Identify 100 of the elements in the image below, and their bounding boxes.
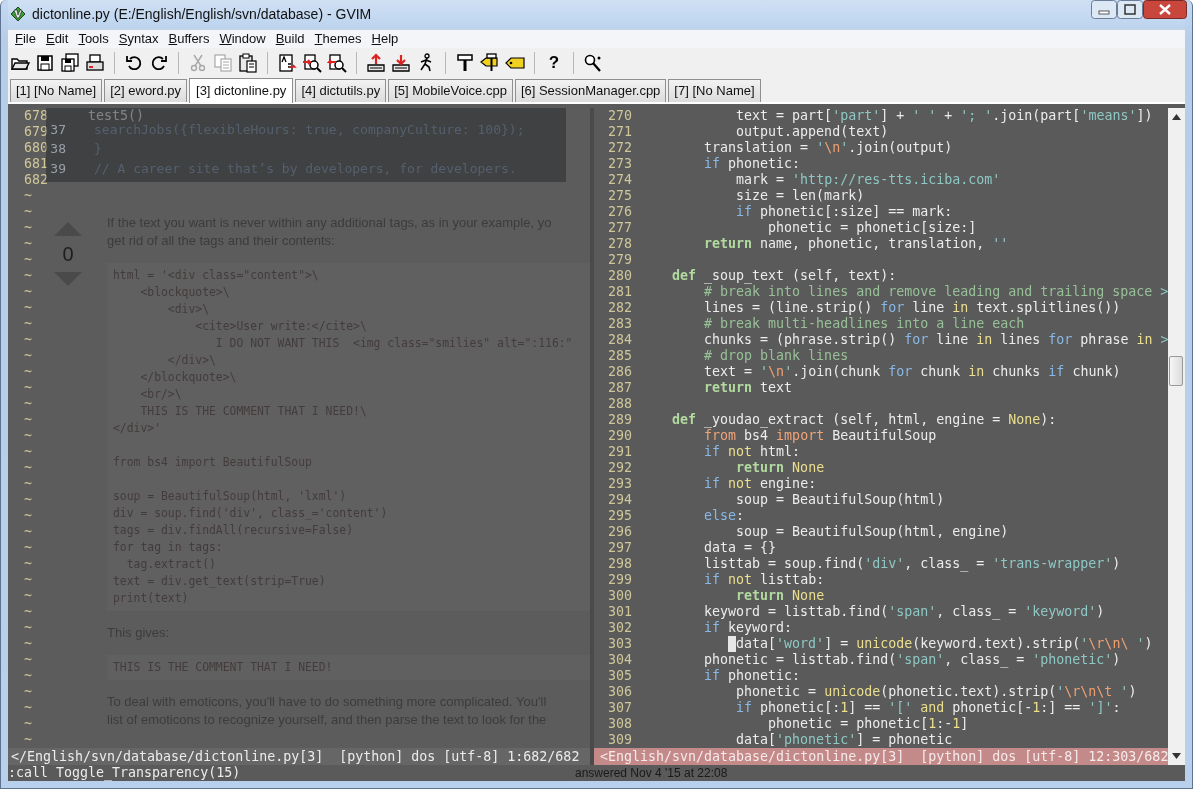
code-line: size = len(mark)	[735, 187, 865, 204]
empty-line-marker: ~	[24, 363, 32, 380]
line-number: 304	[606, 651, 632, 668]
empty-line-marker: ~	[24, 411, 32, 428]
code-line: phonetic = listtab.find('span', class_ = 'phonetic')	[703, 651, 1121, 668]
menu-item[interactable]: Syntax	[114, 31, 165, 47]
empty-line-marker: ~	[24, 603, 32, 620]
code-line: phonetic = phonetic[1:-1]	[767, 715, 969, 732]
tab[interactable]: [2] eword.py	[104, 78, 188, 102]
code-line: soup = BeautifulSoup(html)	[735, 491, 945, 508]
scroll-down-icon[interactable]	[1172, 753, 1181, 759]
line-number: 296	[606, 523, 632, 540]
empty-line-marker: ~	[24, 251, 32, 268]
line-number: 293	[606, 475, 632, 492]
code-line: listtab = soup.find('div', class_ = 'trans-wrapper')	[703, 555, 1121, 572]
empty-line-marker: ~	[24, 347, 32, 364]
hammer-icon[interactable]	[455, 52, 475, 73]
line-number: 295	[606, 507, 632, 524]
scrollbar-thumb[interactable]	[1169, 355, 1183, 386]
close-button[interactable]	[1143, 0, 1187, 19]
code-line: text = '\n'.join(chunk for chunk in chunks if chunk)	[703, 363, 1121, 380]
line-number: 273	[606, 155, 632, 172]
maximize-button[interactable]	[1117, 0, 1143, 19]
empty-line-marker: ~	[24, 491, 32, 508]
floppy-disks-icon[interactable]	[60, 52, 80, 73]
help-button[interactable]: ?	[544, 52, 564, 73]
line-number: 284	[606, 331, 632, 348]
minimize-button[interactable]	[1091, 0, 1117, 19]
code-line: phonetic = unicode(phonetic.text).strip('\r\n\t ')	[735, 683, 1137, 700]
line-number: 287	[606, 379, 632, 396]
printer-icon[interactable]	[85, 52, 105, 73]
empty-line-marker: ~	[24, 235, 32, 252]
line-number: 679	[22, 123, 48, 140]
scrollbar[interactable]	[1168, 107, 1185, 765]
line-number: 276	[606, 203, 632, 220]
menu-item[interactable]: File	[11, 31, 42, 47]
line-number: 302	[606, 619, 632, 636]
menu-item[interactable]: Build	[271, 31, 311, 47]
document-replace-icon[interactable]	[277, 52, 297, 73]
code-line: def _youdao_extract (self, html, engine = None):	[671, 411, 1057, 428]
line-number: 282	[606, 299, 632, 316]
empty-line-marker: ~	[24, 683, 32, 700]
line-number: 306	[606, 683, 632, 700]
code-line: if phonetic:	[703, 667, 801, 684]
empty-line-marker: ~	[24, 187, 32, 204]
tab[interactable]: [3] dictonline.py	[189, 77, 294, 103]
menu-item[interactable]: Edit	[41, 31, 75, 47]
line-number: 278	[606, 235, 632, 252]
clipboard-icon[interactable]	[238, 52, 258, 73]
tab[interactable]: [6] SessionManager.cpp	[514, 78, 667, 102]
line-number: 275	[606, 187, 632, 204]
empty-line-marker: ~	[24, 667, 32, 684]
tray-up-arrow-icon[interactable]	[366, 52, 386, 73]
menu-item[interactable]: Help	[367, 31, 405, 47]
line-number: 290	[606, 427, 632, 444]
code-line: return text	[703, 379, 793, 396]
code-line: chunks = (phrase.strip() for line in lines for phrase in >	[703, 331, 1168, 348]
line-number: 299	[606, 571, 632, 588]
window-title: dictonline.py (E:/English/English/svn/database) - GVIM	[32, 6, 372, 23]
code-line: def _soup_text (self, text):	[671, 267, 897, 284]
line-number: 303	[606, 635, 632, 652]
empty-line-marker: ~	[24, 539, 32, 556]
code-line: # break multi-headlines into a line each	[703, 315, 1025, 332]
code-line: mark = 'http://res-tts.iciba.com'	[735, 171, 1001, 188]
background-line-number: 39	[49, 160, 66, 176]
code-line: data = {}	[703, 539, 777, 556]
code-line: if keyword:	[703, 619, 793, 636]
empty-line-marker: ~	[24, 459, 32, 476]
menu-item[interactable]: Themes	[310, 31, 368, 47]
empty-line-marker: ~	[24, 379, 32, 396]
empty-line-marker: ~	[24, 523, 32, 540]
menu-item[interactable]: Tools	[74, 31, 115, 47]
background-line-number: 37	[49, 121, 66, 137]
code-line: if phonetic[:1] == '[' and phonetic[-1:] == ']':	[735, 699, 1121, 716]
tab[interactable]: [7] [No Name]	[668, 78, 761, 102]
document-search-icon[interactable]	[327, 52, 347, 73]
empty-line-marker: ~	[24, 203, 32, 220]
code-line: # drop blank lines	[703, 347, 849, 364]
code-line: if phonetic:	[703, 155, 801, 172]
scroll-up-icon[interactable]	[1172, 113, 1181, 120]
document-search-icon[interactable]	[302, 52, 322, 73]
line-number: 305	[606, 667, 632, 684]
background-text: answered Nov 4 '15 at 22:08	[575, 766, 728, 780]
code-line: if not engine:	[703, 475, 817, 492]
empty-line-marker: ~	[24, 699, 32, 716]
line-number: 307	[606, 699, 632, 716]
tray-down-arrow-icon[interactable]	[391, 52, 411, 73]
menu-item[interactable]: Window	[215, 31, 272, 47]
code-line: # break into lines and remove leading and trailing space >	[703, 283, 1168, 300]
line-number: 270	[606, 107, 632, 124]
line-number: 274	[606, 171, 632, 188]
code-line: data['word'] = unicode(keyword.text).strip('\r\n\ ')	[735, 635, 1153, 652]
tab[interactable]: [5] MobileVoice.cpp	[388, 78, 513, 102]
tag-hammer-icon[interactable]	[480, 52, 500, 73]
tab[interactable]: [4] dictutils.py	[295, 78, 387, 102]
line-number: 297	[606, 539, 632, 556]
code-line: from bs4 import BeautifulSoup	[703, 427, 937, 444]
tab[interactable]: [1] [No Name]	[10, 78, 103, 102]
menu-item[interactable]: Buffers	[164, 31, 216, 47]
line-number: 272	[606, 139, 632, 156]
